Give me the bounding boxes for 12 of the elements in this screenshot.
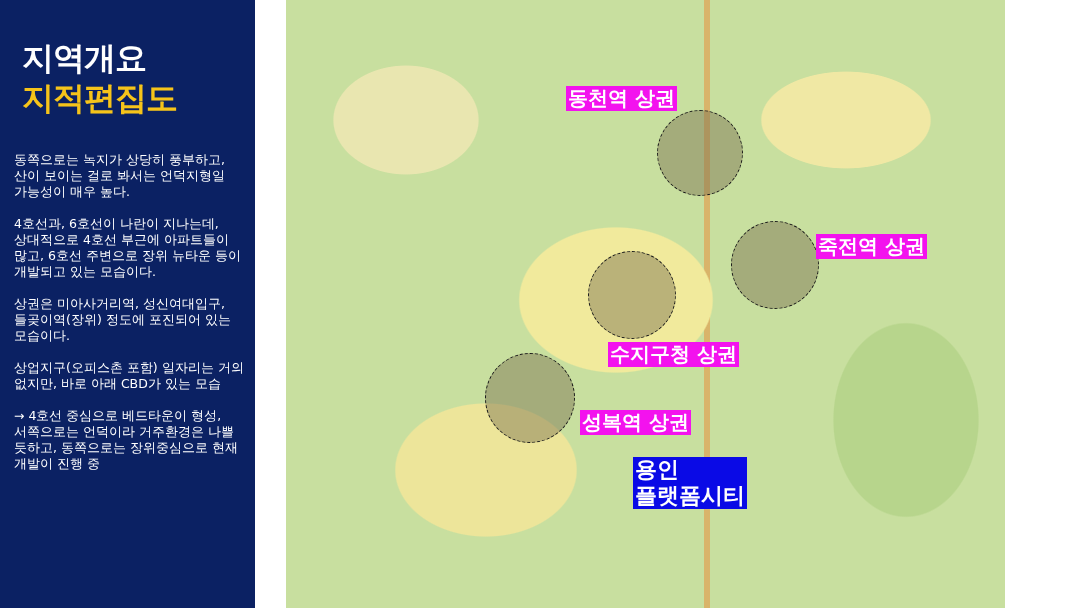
area-label: 동천역 상권 xyxy=(566,86,677,111)
body-paragraph: → 4호선 중심으로 베드타운이 형성, 서쪽으로는 언덕이라 거주환경은 나쁠 듯하고, 동쪽으로는 장위중심으로 현재 개발이 진행 중 xyxy=(14,408,239,472)
section-subtitle: 지적편집도 xyxy=(22,78,178,118)
area-label: 수지구청 상권 xyxy=(608,342,739,367)
body-paragraph: 동쪽으로는 녹지가 상당히 풍부하고, 산이 보이는 걸로 봐서는 언덕지형일 가능성이 매우 높다. xyxy=(14,152,226,200)
body-paragraph: 4호선과, 6호선이 나란이 지나는데, 상대적으로 4호선 부근에 아파트들이 많고, 6호선 주변으로 장위 뉴타운 등이 개발되고 있는 모습이다. xyxy=(14,216,242,280)
area-label: 죽전역 상권 xyxy=(816,234,927,259)
body-paragraph: 상권은 미아사거리역, 성신여대입구, 들곶이역(장위) 정도에 포진되어 있는 모습이다. xyxy=(14,296,232,344)
area-label: 성복역 상권 xyxy=(580,410,691,435)
area-label: 용인 플랫폼시티 xyxy=(633,457,747,509)
body-paragraph: 상업지구(오피스촌 포함) 일자리는 거의 없지만, 바로 아래 CBD가 있는 모습 xyxy=(14,360,245,392)
section-title: 지역개요 xyxy=(22,38,147,78)
